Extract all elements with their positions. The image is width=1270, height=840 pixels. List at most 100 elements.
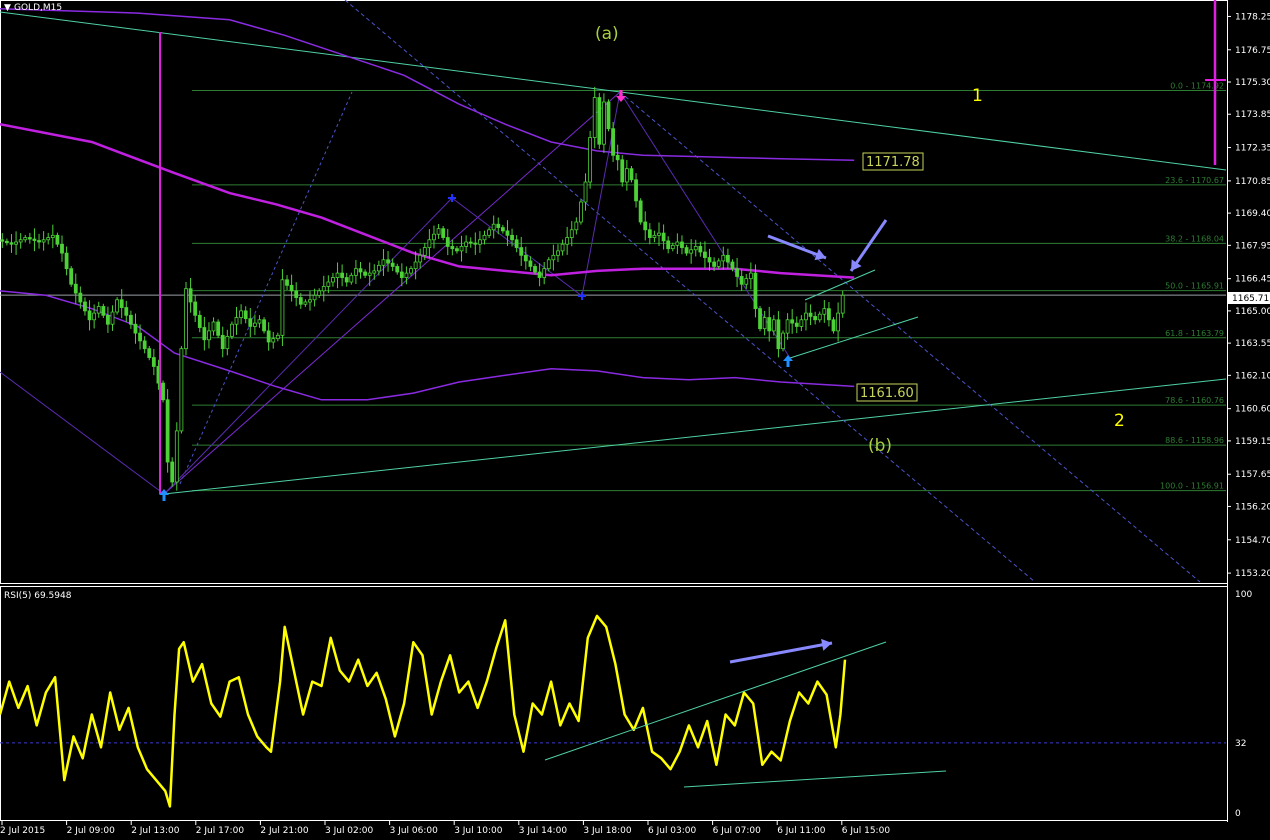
price-tick-label: 1166.45 (1235, 275, 1270, 285)
price-tick-label: 1169.40 (1235, 209, 1270, 219)
candle-body (243, 310, 248, 320)
candle-body (37, 240, 41, 243)
candle-body (813, 316, 818, 321)
fib-label: 38.2 - 1168.04 (1165, 234, 1224, 243)
candle-body (234, 317, 239, 325)
rsi-panel: 100 32 0 (0, 590, 1252, 819)
candle-body (230, 323, 234, 337)
candle-body (790, 319, 795, 324)
candle-body (514, 239, 519, 248)
candle-body (18, 239, 23, 243)
candle-body (147, 348, 152, 358)
candle-body (0, 239, 5, 242)
candle-body (335, 272, 340, 278)
candle-body (312, 294, 317, 301)
candle-body (266, 330, 271, 343)
candle-body (611, 128, 615, 156)
candle-body (781, 332, 785, 350)
candle-body (124, 307, 129, 316)
candle-body (491, 223, 496, 231)
candle-body (321, 286, 326, 292)
price-tick-label: 1159.15 (1235, 437, 1270, 447)
candle-body (262, 319, 266, 332)
price-tick-label: 1162.10 (1235, 371, 1270, 381)
candle-body (386, 259, 390, 264)
candle-body (808, 312, 813, 317)
fib-label: 100.0 - 1156.91 (1160, 482, 1224, 491)
candle-body (666, 240, 671, 250)
candle-body (643, 221, 648, 231)
candle-body (592, 97, 597, 138)
candle-body (758, 308, 762, 330)
candle-body (179, 348, 184, 432)
candle-body (60, 243, 64, 254)
time-tick-label: 2 Jul 2015 (0, 826, 45, 836)
candle-body (707, 257, 712, 263)
candle-body (381, 259, 386, 266)
candle-body (748, 272, 753, 280)
candle-body (87, 310, 92, 321)
ma-lower-label: 1161.60 (860, 386, 914, 401)
candle-body (64, 252, 69, 270)
symbol-label-arrow[interactable]: ▼ (4, 3, 11, 13)
candle-body (9, 242, 14, 245)
candle-body (142, 340, 147, 350)
candle-body (753, 272, 758, 310)
candle-body (331, 277, 335, 283)
fib-label: 23.6 - 1170.67 (1165, 176, 1224, 185)
candle-body (376, 264, 381, 272)
fib-label: 61.8 - 1163.79 (1165, 329, 1224, 338)
candle-body (308, 299, 312, 303)
price-tick-label: 1153.20 (1235, 569, 1270, 579)
candle-body (96, 306, 101, 314)
candle-body (537, 271, 542, 278)
candle-body (487, 229, 491, 236)
candle-body (216, 321, 221, 336)
candle-body (257, 319, 262, 324)
candle-body (739, 276, 744, 285)
candle-body (533, 266, 537, 273)
candle-body (285, 279, 289, 286)
wave-label-1: 1 (972, 86, 983, 106)
fib-label: 78.6 - 1160.76 (1165, 396, 1224, 405)
candle-body (289, 284, 294, 292)
price-tick-label: 1172.35 (1235, 144, 1270, 154)
candle-body (432, 233, 436, 241)
fib-swing-line (163, 91, 621, 495)
candle-body (712, 261, 717, 267)
time-tick-label: 3 Jul 18:00 (583, 826, 632, 836)
candle-body (445, 237, 450, 247)
candle-body (652, 234, 657, 238)
candle-body (133, 323, 138, 334)
time-tick-label: 2 Jul 17:00 (196, 826, 245, 836)
candle-body (46, 237, 51, 241)
candle-body (831, 319, 836, 332)
candle-body (661, 232, 666, 242)
candle-body (4, 240, 9, 244)
candle-body (836, 312, 841, 332)
zigzag-segment (163, 197, 453, 495)
chart-markers (159, 0, 1226, 664)
candle-body (128, 314, 133, 325)
candle-body (170, 461, 175, 483)
candle-body (703, 251, 707, 258)
wave-label-2: 2 (1114, 411, 1125, 431)
candle-body (794, 322, 799, 327)
candle-body (560, 243, 565, 252)
chart-canvas: 0.0 - 1174.9223.6 - 1170.6738.2 - 1168.0… (0, 0, 1270, 836)
candle-body (716, 260, 721, 267)
fib-label: 88.6 - 1158.96 (1165, 436, 1224, 445)
candle-body (721, 254, 726, 262)
candle-body (693, 246, 698, 251)
candle-body (358, 268, 363, 273)
candle-body (138, 332, 142, 342)
candle-body (436, 228, 441, 235)
projection-line (179, 91, 353, 485)
candle-body (363, 271, 367, 276)
candle-body (294, 290, 299, 298)
candle-body (188, 288, 193, 303)
candle-body (418, 254, 423, 263)
candle-body (500, 227, 505, 232)
candle-body (551, 254, 556, 261)
candle-body (624, 168, 629, 183)
